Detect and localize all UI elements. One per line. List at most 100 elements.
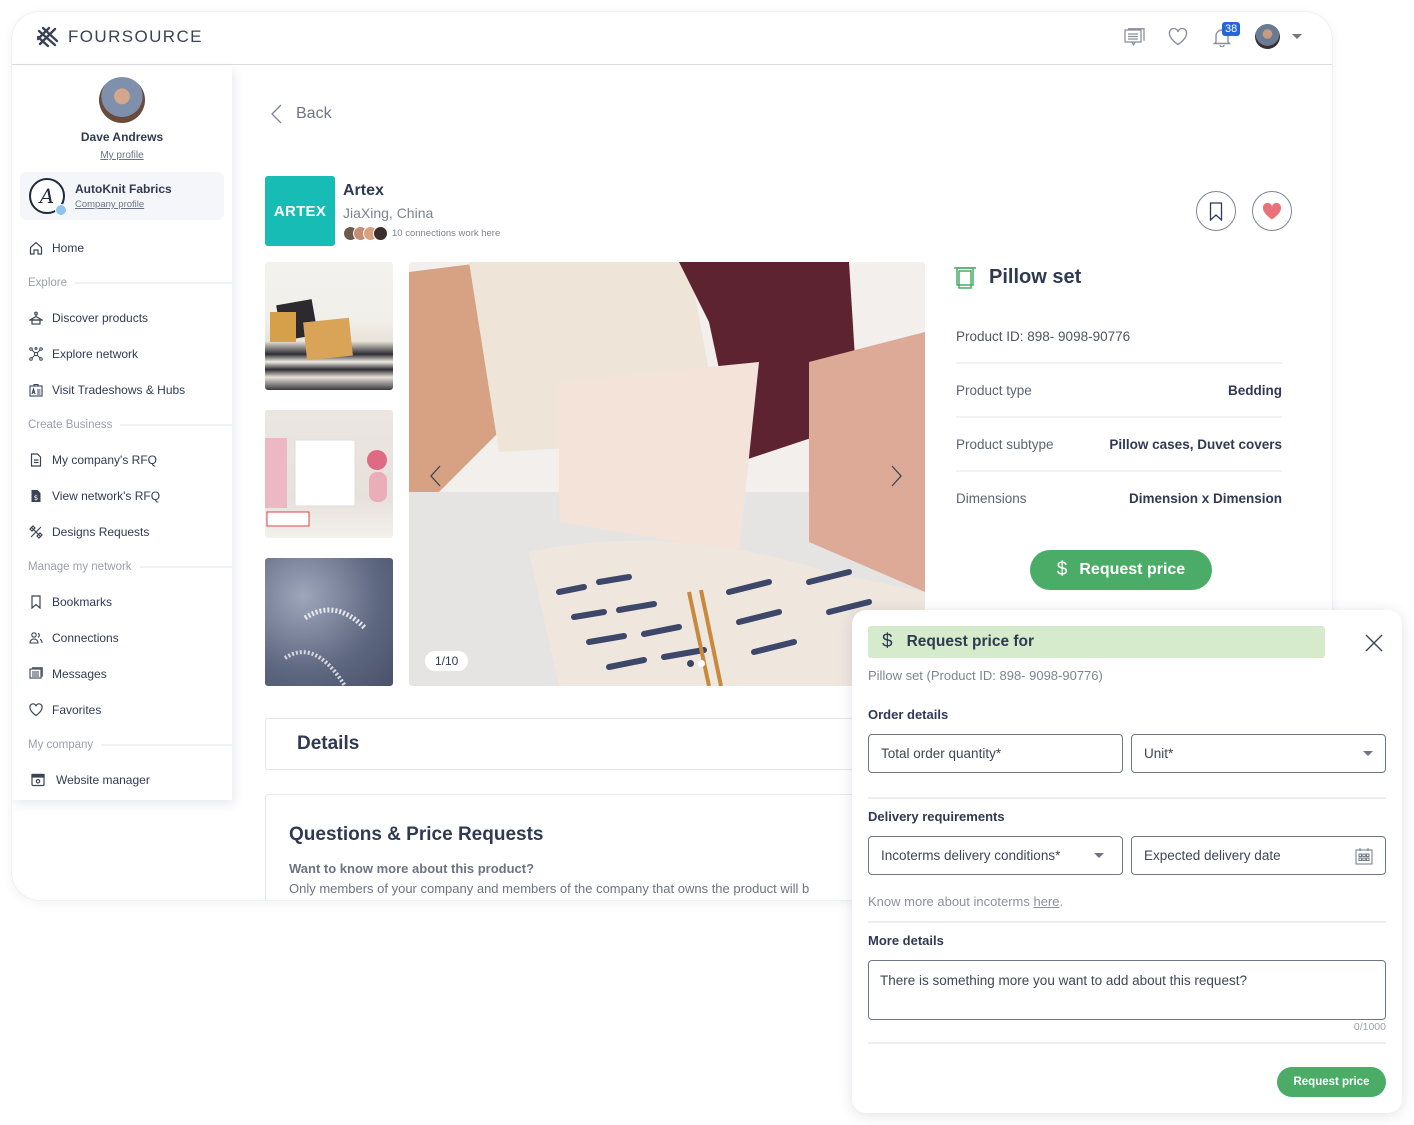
design-tools-icon	[29, 525, 43, 539]
notifications-badge: 38	[1222, 21, 1241, 36]
network-icon	[29, 347, 43, 361]
sidebar-item-label: Messages	[52, 667, 107, 681]
back-label: Back	[296, 105, 332, 122]
hanger-icon	[29, 311, 43, 325]
total-quantity-input[interactable]: Total order quantity*	[868, 734, 1123, 773]
incoterms-placeholder: Incoterms delivery conditions*	[881, 848, 1061, 863]
my-profile-link[interactable]: My profile	[100, 150, 143, 161]
sidebar-item-website-manager[interactable]: Website manager	[12, 762, 232, 798]
website-icon	[31, 773, 45, 787]
thumbnail-image[interactable]	[265, 262, 393, 390]
questions-subtitle: Want to know more about this product?	[289, 861, 535, 876]
divider	[868, 1042, 1386, 1044]
submit-request-price-button[interactable]: Request price	[1277, 1067, 1386, 1097]
sidebar-item-favorites[interactable]: Favorites	[12, 692, 232, 728]
sidebar-item-messages[interactable]: Messages	[12, 656, 232, 692]
carousel-next-button[interactable]	[891, 465, 911, 489]
carousel-dot[interactable]	[687, 660, 694, 667]
tradeshow-icon	[29, 383, 43, 397]
spec-row-product-subtype: Product subtype Pillow cases, Duvet cove…	[956, 416, 1282, 470]
order-details-label: Order details	[868, 707, 949, 722]
more-details-label: More details	[868, 933, 944, 948]
brand-logo[interactable]: FOURSOURCE	[36, 26, 203, 48]
heart-filled-icon	[1262, 202, 1282, 219]
quantity-placeholder: Total order quantity*	[881, 746, 1002, 761]
modal-subtitle: Pillow set (Product ID: 898- 9098-90776)	[868, 668, 1103, 683]
supplier-location: JiaXing, China	[343, 205, 434, 221]
sidebar-item-label: My company's RFQ	[52, 453, 157, 467]
company-card[interactable]: A AutoKnit Fabrics Company profile	[20, 172, 224, 220]
supplier-name[interactable]: Artex	[343, 182, 500, 200]
sidebar-item-tradeshows[interactable]: Visit Tradeshows & Hubs	[12, 372, 232, 408]
sidebar-item-network-rfq[interactable]: $ View network's RFQ	[12, 478, 232, 514]
document-icon	[30, 453, 42, 467]
calendar-icon[interactable]	[1355, 847, 1373, 865]
hint-text: Know more about incoterms	[868, 894, 1034, 909]
top-bar: FOURSOURCE 38	[12, 12, 1332, 65]
sidebar-nav: Home Explore Discover products Explore n…	[12, 230, 232, 798]
divider	[868, 921, 1386, 923]
back-button[interactable]: Back	[270, 104, 332, 124]
incoterms-link[interactable]: here	[1033, 894, 1059, 909]
supplier-connections[interactable]: 10 connections work here	[343, 226, 500, 241]
thumbnail-image[interactable]	[265, 558, 393, 686]
sidebar-item-home[interactable]: Home	[12, 230, 232, 266]
questions-text: Only members of your company and members…	[289, 881, 810, 896]
svg-text:$: $	[34, 494, 38, 502]
hint-suffix: .	[1059, 894, 1064, 909]
foursource-logo-icon	[36, 26, 59, 48]
spec-value: Pillow cases, Duvet covers	[1109, 436, 1282, 452]
favorites-button[interactable]	[1167, 26, 1189, 48]
sidebar-item-discover-products[interactable]: Discover products	[12, 300, 232, 336]
user-avatar-menu[interactable]	[1255, 24, 1280, 49]
messages-button[interactable]	[1123, 26, 1145, 48]
sidebar-item-label: Home	[52, 241, 85, 255]
document-dollar-icon: $	[31, 490, 41, 502]
heart-icon	[1168, 27, 1188, 45]
chevron-down-icon	[1363, 751, 1373, 756]
spec-row-dimensions: Dimensions Dimension x Dimension	[956, 470, 1282, 524]
connections-text: 10 connections work here	[392, 228, 501, 239]
char-counter: 0/1000	[1353, 1021, 1386, 1033]
sidebar-item-bookmarks[interactable]: Bookmarks	[12, 584, 232, 620]
incoterms-select[interactable]: Incoterms delivery conditions*	[868, 836, 1123, 875]
sidebar-item-explore-network[interactable]: Explore network	[12, 336, 232, 372]
nav-section-explore: Explore	[12, 266, 232, 300]
product-title: Pillow set	[989, 265, 1082, 288]
request-price-button[interactable]: $ Request price	[1030, 550, 1212, 590]
notifications-button[interactable]: 38	[1211, 21, 1241, 48]
sidebar-item-label: View network's RFQ	[52, 489, 161, 503]
sidebar-item-design-requests[interactable]: Designs Requests	[12, 514, 232, 550]
company-profile-link[interactable]: Company profile	[75, 199, 172, 210]
unit-select[interactable]: Unit*	[1131, 734, 1386, 773]
bookmark-button[interactable]	[1196, 191, 1236, 231]
nav-section-manage-network: Manage my network	[12, 550, 232, 584]
product-main-image[interactable]: 1/10	[409, 262, 925, 686]
brand-name: FOURSOURCE	[68, 27, 203, 46]
sidebar-item-label: Visit Tradeshows & Hubs	[52, 383, 186, 397]
sidebar-item-label: Designs Requests	[52, 525, 150, 539]
sidebar-item-my-rfq[interactable]: My company's RFQ	[12, 442, 232, 478]
textarea-placeholder: There is something more you want to add …	[880, 973, 1247, 988]
pillows-photo-icon	[270, 299, 353, 361]
people-icon	[29, 632, 43, 644]
supplier-logo[interactable]: ARTEX	[265, 176, 335, 246]
heart-icon	[29, 703, 43, 717]
verified-badge-icon	[55, 204, 67, 216]
carousel-dot[interactable]	[698, 660, 705, 667]
close-button[interactable]	[1364, 633, 1384, 653]
company-name: AutoKnit Fabrics	[75, 182, 172, 196]
delivery-requirements-label: Delivery requirements	[868, 809, 1005, 824]
spec-value: Bedding	[1228, 382, 1282, 398]
more-details-textarea[interactable]: There is something more you want to add …	[868, 960, 1386, 1020]
favorite-button[interactable]	[1252, 191, 1292, 231]
chevron-down-icon[interactable]	[1292, 34, 1302, 39]
profile-avatar[interactable]	[99, 77, 145, 123]
details-section[interactable]: Details	[265, 718, 905, 770]
sidebar-item-label: Favorites	[52, 703, 102, 717]
carousel-prev-button[interactable]	[429, 465, 449, 489]
thumbnail-image[interactable]	[265, 410, 393, 538]
company-logo: A	[29, 178, 67, 216]
delivery-date-input[interactable]: Expected delivery date	[1131, 836, 1386, 875]
sidebar-item-connections[interactable]: Connections	[12, 620, 232, 656]
